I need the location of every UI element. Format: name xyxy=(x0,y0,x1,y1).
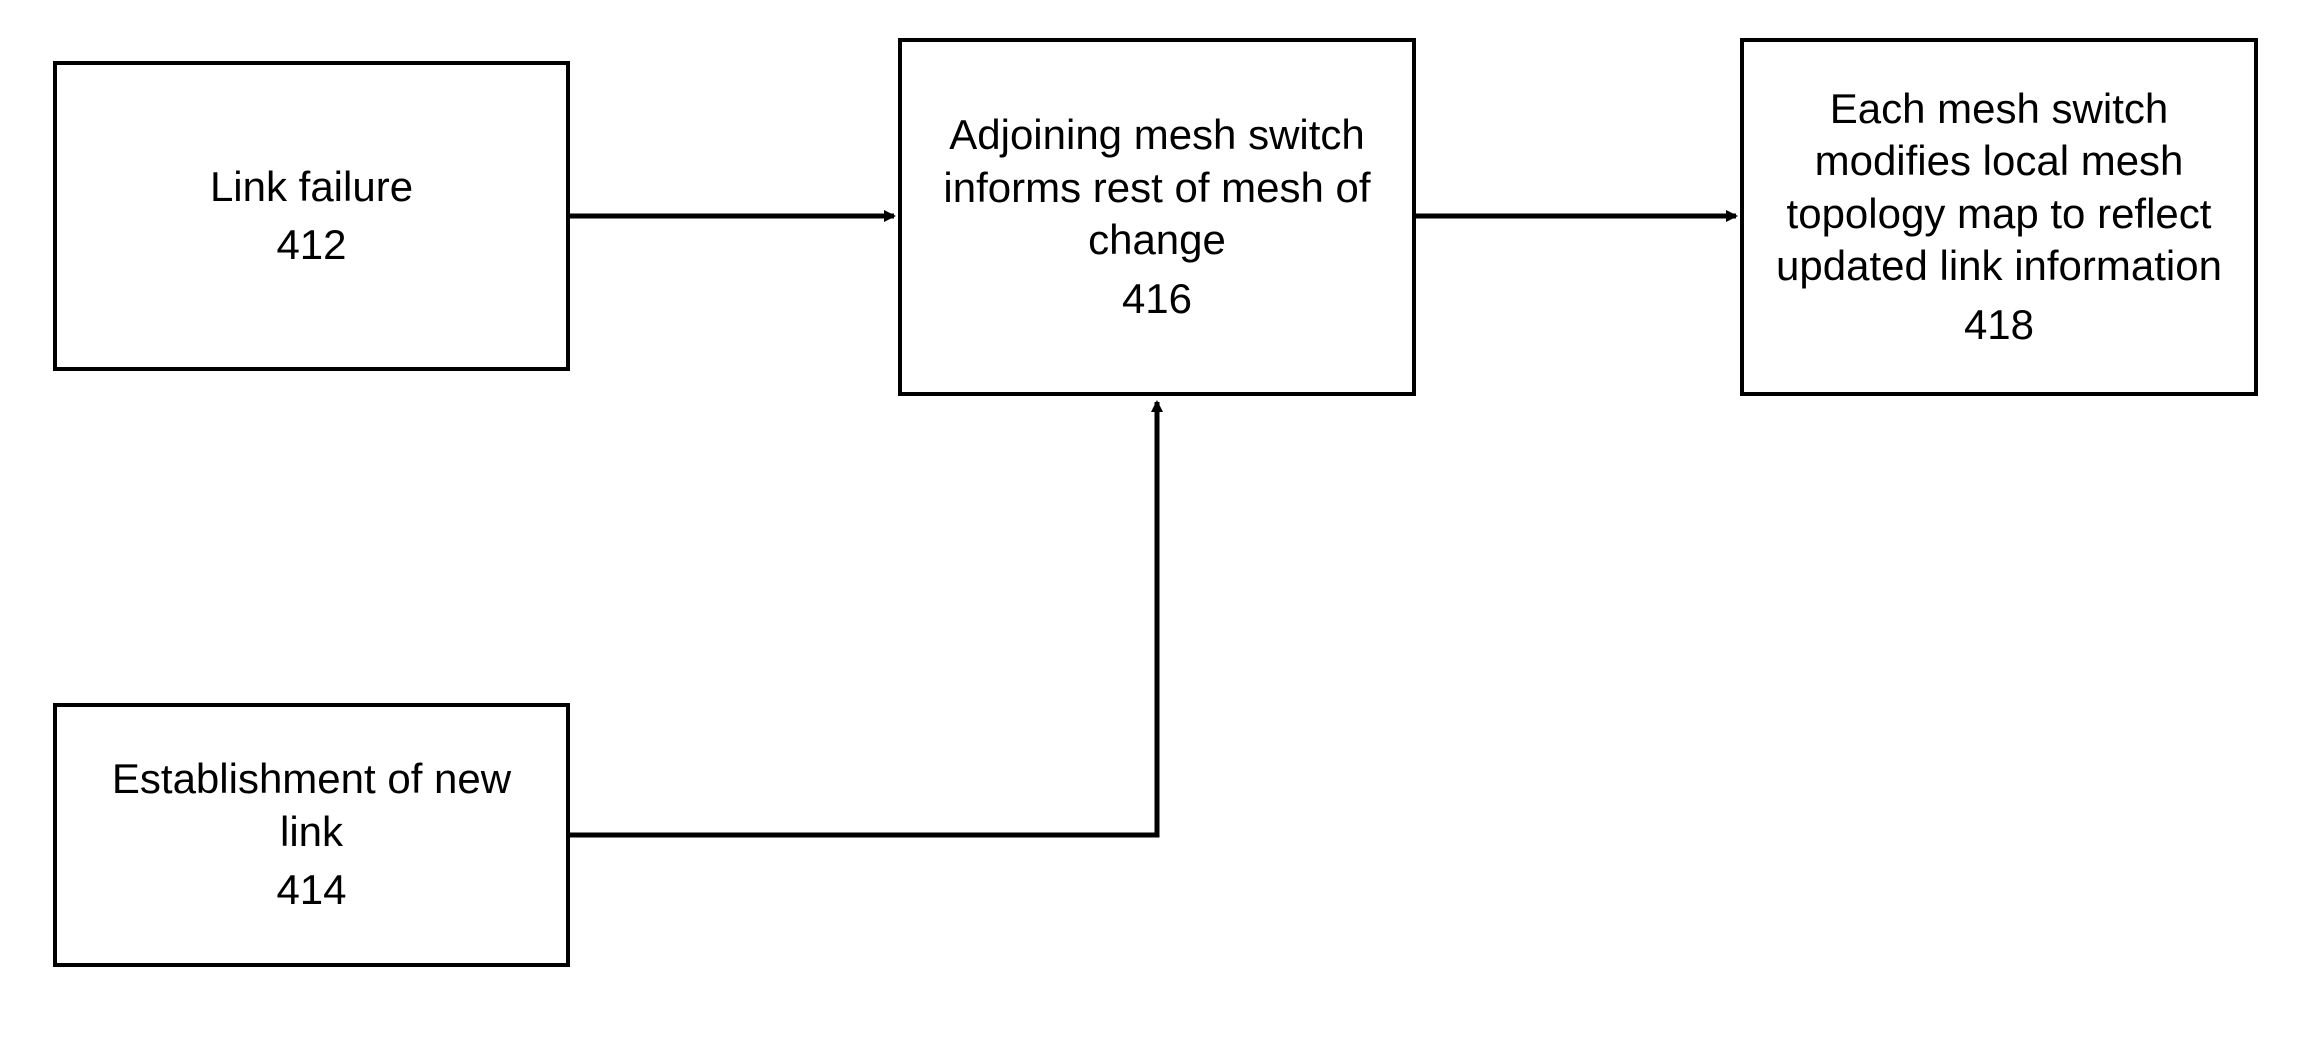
box-modifies: Each mesh switch modifies local mesh top… xyxy=(1740,38,2258,396)
box-link-failure-label: Link failure xyxy=(210,161,413,214)
box-new-link-num: 414 xyxy=(276,864,346,917)
box-modifies-label: Each mesh switch modifies local mesh top… xyxy=(1764,83,2234,293)
box-link-failure-num: 412 xyxy=(276,219,346,272)
box-informs-label: Adjoining mesh switch informs rest of me… xyxy=(922,109,1392,267)
diagram-canvas: Link failure 412 Adjoining mesh switch i… xyxy=(0,0,2303,1051)
box-informs: Adjoining mesh switch informs rest of me… xyxy=(898,38,1416,396)
box-informs-num: 416 xyxy=(1122,273,1192,326)
box-link-failure: Link failure 412 xyxy=(53,61,570,371)
box-new-link-label: Establishment of new link xyxy=(77,753,546,858)
box-new-link: Establishment of new link 414 xyxy=(53,703,570,967)
arrow-414-to-416 xyxy=(570,402,1157,835)
box-modifies-num: 418 xyxy=(1964,299,2034,352)
